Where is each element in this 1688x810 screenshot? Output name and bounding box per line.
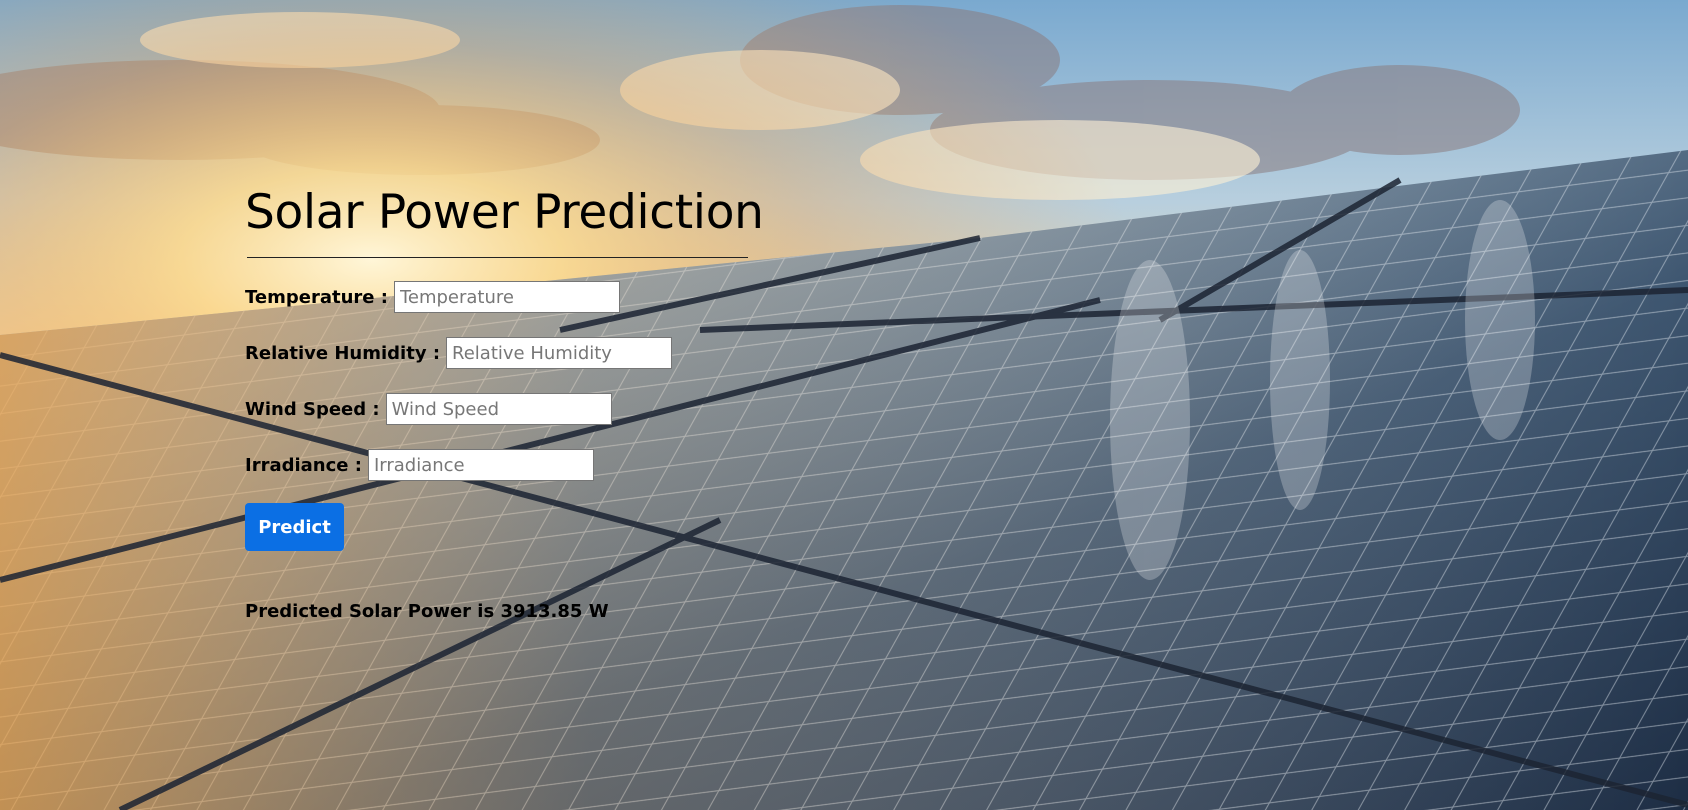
wind-speed-row: Wind Speed :: [245, 391, 805, 427]
relative-humidity-label: Relative Humidity :: [245, 342, 441, 364]
temperature-label: Temperature :: [245, 286, 388, 308]
irradiance-input[interactable]: [367, 449, 594, 481]
relative-humidity-row: Relative Humidity :: [245, 335, 805, 371]
prediction-form: Temperature : Relative Humidity : Wind S…: [245, 279, 805, 551]
wind-speed-input[interactable]: [385, 393, 612, 425]
title-divider: [247, 257, 748, 258]
predict-button[interactable]: Predict: [245, 503, 344, 551]
prediction-result: Predicted Solar Power is 3913.85 W: [245, 601, 609, 622]
prediction-form-container: Solar Power Prediction Temperature : Rel…: [245, 182, 805, 622]
page-title: Solar Power Prediction: [245, 185, 764, 240]
wind-speed-label: Wind Speed :: [245, 398, 380, 420]
irradiance-label: Irradiance :: [245, 454, 362, 476]
temperature-input[interactable]: [393, 281, 620, 313]
irradiance-row: Irradiance :: [245, 447, 805, 483]
relative-humidity-input[interactable]: [446, 337, 673, 369]
temperature-row: Temperature :: [245, 279, 805, 315]
